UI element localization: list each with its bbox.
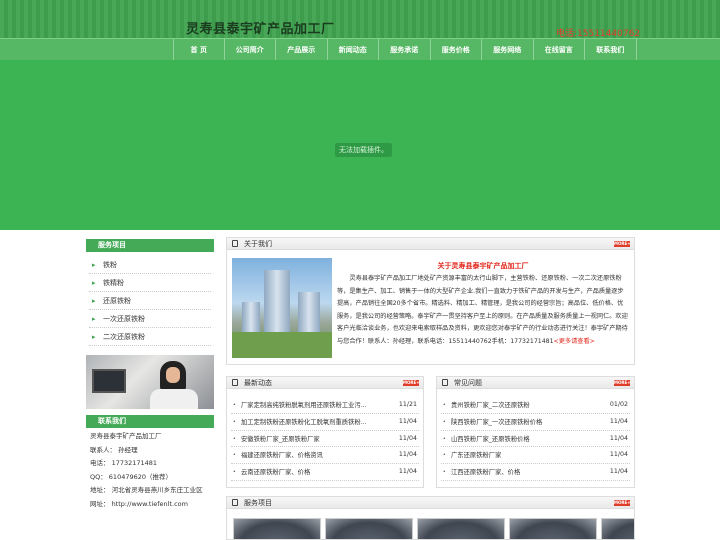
news-item-date: 11/04 xyxy=(395,430,417,447)
nav-products[interactable]: 产品展示 xyxy=(276,39,328,61)
news-item[interactable]: 福建还原铁粉厂家、价格资讯 11/04 xyxy=(231,447,419,465)
news-panel-header: 最新动态 MORE+ xyxy=(227,377,423,389)
sidebar-contact-title: 联系我们 xyxy=(86,415,214,428)
site-header: 灵寿县泰宇矿产品加工厂 电话:15511440762 xyxy=(0,0,720,39)
sidebar-services-list: 铁粉 铁精粉 还原铁粉 一次还原铁粉 二次还原铁粉 xyxy=(86,256,214,346)
document-icon xyxy=(232,379,238,386)
person-face-shape xyxy=(166,367,180,383)
main-nav: 首 页 公司简介 产品展示 新闻动态 服务承诺 服务价格 服务网络 在线留言 联… xyxy=(0,38,720,61)
faq-list: 贵州铁粉厂家_二次还原铁粉01/02 陕西铁粉厂家_一次还原铁粉价格11/04 … xyxy=(441,397,630,481)
building-shape xyxy=(242,302,260,332)
faq-item[interactable]: 贵州铁粉厂家_二次还原铁粉 01/02 xyxy=(441,397,630,414)
building-shape xyxy=(264,270,290,332)
about-panel-title: 关于我们 xyxy=(244,240,272,248)
news-item[interactable]: 云南还原铁粉厂家、价格 11/04 xyxy=(231,464,419,481)
news-item-title[interactable]: 安徽铁粉厂家_还原铁粉厂家 xyxy=(241,436,320,443)
sidebar-service-item[interactable]: 一次还原铁粉 xyxy=(89,310,211,328)
news-item-date: 11/04 xyxy=(395,447,417,464)
nav-news[interactable]: 新闻动态 xyxy=(328,39,379,61)
news-item-date: 11/04 xyxy=(395,413,417,430)
faq-item[interactable]: 江西还原铁粉厂家、价格 11/04 xyxy=(441,464,630,481)
contact-website[interactable]: 网址： http://www.tiefenlt.com xyxy=(86,498,214,512)
news-item-date: 11/21 xyxy=(395,397,417,413)
products-panel-title: 服务项目 xyxy=(244,499,272,507)
lawn-shape xyxy=(232,332,332,358)
more-button[interactable]: MORE+ xyxy=(614,241,631,247)
contact-company: 灵寿县泰宇矿产品加工厂 xyxy=(90,432,162,440)
nav-about[interactable]: 公司简介 xyxy=(225,39,276,61)
contact-phone: 电话： 17732171481 xyxy=(90,459,158,467)
nav-price[interactable]: 服务价格 xyxy=(431,39,482,61)
document-icon xyxy=(232,240,238,247)
nav-network[interactable]: 服务网络 xyxy=(482,39,534,61)
faq-item[interactable]: 广东还原铁粉厂家 11/04 xyxy=(441,447,630,465)
faq-item-date: 11/04 xyxy=(606,464,628,480)
sidebar-service-item[interactable]: 铁精粉 xyxy=(89,274,211,292)
contact-person: 联系人： 孙经理 xyxy=(90,445,138,454)
faq-item-title[interactable]: 广东还原铁粉厂家 xyxy=(451,452,501,459)
product-image[interactable] xyxy=(233,518,321,539)
news-item[interactable]: 加工定制铁粉还原铁粉化工脱氧剂重质铁粉... 11/04 xyxy=(231,413,419,431)
contact-address: 地址： 河北省灵寿县燕川乡东庄工业区 xyxy=(90,486,203,494)
about-panel-header: 关于我们 MORE+ xyxy=(227,238,634,250)
about-body: 灵寿县泰宇矿产品加工厂地处矿产资源丰富的太行山脚下，主营铁粉、还原铁粉、一次二次… xyxy=(337,275,628,345)
faq-item-date: 11/04 xyxy=(606,447,628,464)
contact-qq: QQ： 610479620（推荐） xyxy=(90,472,173,481)
news-list: 厂家定制高纯铁粉脱氧剂用还原铁粉工业污... 11/21 加工定制铁粉还原铁粉化工… xyxy=(231,397,419,481)
plugin-error-message: 无法加载插件。 xyxy=(335,143,392,157)
more-button[interactable]: MORE+ xyxy=(614,500,631,506)
products-panel-header: 服务项目 MORE+ xyxy=(227,497,634,509)
document-icon xyxy=(442,379,448,386)
news-item[interactable]: 厂家定制高纯铁粉脱氧剂用还原铁粉工业污... 11/21 xyxy=(231,397,419,414)
site-title[interactable]: 灵寿县泰宇矿产品加工厂 xyxy=(186,18,335,37)
faq-item[interactable]: 山西铁粉厂家_还原铁粉价格 11/04 xyxy=(441,430,630,448)
company-building-photo xyxy=(232,258,332,358)
sidebar-services-title: 服务项目 xyxy=(86,239,214,252)
person-shirt-shape xyxy=(150,389,198,409)
faq-item-title[interactable]: 陕西铁粉厂家_一次还原铁粉价格 xyxy=(451,419,542,426)
sidebar-service-item[interactable]: 铁粉 xyxy=(89,256,211,274)
sidebar-service-item[interactable]: 还原铁粉 xyxy=(89,292,211,310)
faq-panel-header: 常见问题 MORE+ xyxy=(437,377,634,389)
news-item[interactable]: 安徽铁粉厂家_还原铁粉厂家 11/04 xyxy=(231,430,419,448)
news-panel: 最新动态 MORE+ 厂家定制高纯铁粉脱氧剂用还原铁粉工业污... 11/21 加… xyxy=(226,376,424,488)
faq-panel: 常见问题 MORE+ 贵州铁粉厂家_二次还原铁粉 01/02 陕西铁粉厂家_一次还… xyxy=(436,376,635,488)
about-text: 灵寿县泰宇矿产品加工厂地处矿产资源丰富的太行山脚下，主营铁粉、还原铁粉、一次二次… xyxy=(337,273,629,349)
faq-panel-title: 常见问题 xyxy=(454,379,482,387)
faq-item-title[interactable]: 江西还原铁粉厂家、价格 xyxy=(451,469,520,476)
product-image[interactable] xyxy=(601,518,634,539)
news-item-title[interactable]: 厂家定制高纯铁粉脱氧剂用还原铁粉工业污... xyxy=(241,402,367,409)
news-item-title[interactable]: 加工定制铁粉还原铁粉化工脱氧剂重质铁粉... xyxy=(241,419,367,426)
faq-item-date: 11/04 xyxy=(606,430,628,447)
faq-item-title[interactable]: 山西铁粉厂家_还原铁粉价格 xyxy=(451,436,530,443)
product-image[interactable] xyxy=(509,518,597,539)
nav-home[interactable]: 首 页 xyxy=(173,39,225,61)
news-panel-title: 最新动态 xyxy=(244,379,272,387)
faq-item[interactable]: 陕西铁粉厂家_一次还原铁粉价格 11/04 xyxy=(441,413,630,431)
news-item-title[interactable]: 福建还原铁粉厂家、价格资讯 xyxy=(241,452,323,459)
sidebar-service-item[interactable]: 二次还原铁粉 xyxy=(89,328,211,346)
more-button[interactable]: MORE+ xyxy=(403,380,420,386)
products-panel: 服务项目 MORE+ xyxy=(226,496,635,540)
faq-item-date: 01/02 xyxy=(606,397,628,413)
about-panel: 关于我们 MORE+ 关于灵寿县泰宇矿产品加工厂 灵寿县泰宇矿产品加工厂地处矿产… xyxy=(226,237,635,365)
nav-promise[interactable]: 服务承诺 xyxy=(379,39,431,61)
faq-item-title[interactable]: 贵州铁粉厂家_二次还原铁粉 xyxy=(451,402,530,409)
contact-info: 灵寿县泰宇矿产品加工厂 联系人： 孙经理 电话： 17732171481 QQ：… xyxy=(86,430,214,511)
product-image[interactable] xyxy=(417,518,505,539)
product-image[interactable] xyxy=(325,518,413,539)
about-heading: 关于灵寿县泰宇矿产品加工厂 xyxy=(437,262,529,270)
building-shape xyxy=(298,292,320,332)
faq-item-date: 11/04 xyxy=(606,413,628,430)
monitor-shape xyxy=(92,369,126,393)
nav-message[interactable]: 在线留言 xyxy=(534,39,585,61)
more-button[interactable]: MORE+ xyxy=(614,380,631,386)
nav-contact[interactable]: 联系我们 xyxy=(585,39,637,61)
news-item-title[interactable]: 云南还原铁粉厂家、价格 xyxy=(241,469,310,476)
document-icon xyxy=(232,499,238,506)
news-item-date: 11/04 xyxy=(395,464,417,480)
about-more-link[interactable]: <更多请查看> xyxy=(554,338,595,345)
customer-service-photo xyxy=(86,355,214,409)
